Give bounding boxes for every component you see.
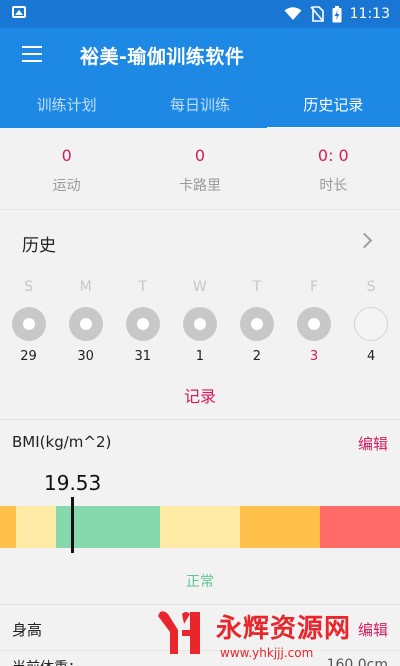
stat-label: 时长 [319,178,348,194]
day-letter: F [309,279,319,295]
no-sim-icon [310,6,324,22]
day-date: 1 [195,349,204,364]
battery-charging-icon [332,5,342,22]
day-item[interactable]: S 4 [343,279,400,364]
tab-history[interactable]: 历史记录 [266,84,400,130]
day-item[interactable]: M 30 [57,279,114,364]
record-link[interactable]: 记录 [0,383,400,407]
stat-calories: 0 卡路里 [133,128,266,209]
menu-icon[interactable] [22,46,42,64]
bmi-scale-segment [16,506,56,548]
bmi-section: BMI(kg/m^2) 编辑 19.53 正常 [0,421,400,605]
chevron-right-icon[interactable] [356,232,373,249]
bmi-value: 19.53 [44,471,102,495]
app-title: 裕美-瑜伽训练软件 [80,46,245,68]
day-letter: S [366,279,376,295]
day-date: 29 [20,349,37,364]
day-date: 2 [252,349,262,364]
day-date: 4 [366,349,376,364]
day-date: 3 [309,349,319,364]
day-item[interactable]: T 31 [114,279,171,364]
tab-bar: 训练计划 每日训练 历史记录 [0,84,400,130]
status-time: 11:13 [349,6,390,22]
stat-value: 0 [194,146,206,165]
wifi-icon [284,7,302,20]
status-icons: 11:13 [284,5,390,23]
bmi-scale-segment [0,506,16,548]
stat-label: 运动 [52,178,81,194]
watermark-text: 永辉资源网 [216,614,352,644]
day-item[interactable]: S 29 [0,279,57,364]
weight-label: 当前体重： [12,657,82,666]
day-date: 30 [77,349,94,364]
bmi-status: 正常 [186,574,214,590]
watermark-url: www.yhkjjj.com [220,646,314,660]
watermark-logo-icon [158,611,200,654]
stat-label: 卡路里 [178,178,221,194]
stat-exercise: 0 运动 [0,128,133,209]
stat-duration: 0: 0 时长 [267,128,400,209]
day-letter: M [79,279,92,295]
status-bar: 11:13 [0,0,400,28]
bmi-scale-segment [160,506,240,548]
height-label: 身高 [12,621,43,639]
watermark: 永辉资源网 www.yhkjjj.com [156,606,400,666]
stats-summary: 0 运动 0 卡路里 0: 0 时长 [0,128,400,210]
day-status-dot [354,307,389,341]
gallery-notification-icon [12,6,26,18]
day-letter: T [252,279,262,295]
day-letter: S [24,279,33,295]
day-status-dot [68,307,103,341]
history-section: 历史 S 29 M 30 T 31 W 1 T 2 F 3 S 4 记录 [0,211,400,420]
stat-value: 0 [61,146,72,165]
tab-training-plan[interactable]: 训练计划 [0,84,133,128]
day-item[interactable]: W 1 [171,279,228,364]
day-item-today[interactable]: F 3 [285,279,342,364]
bmi-scale-segment [240,506,320,548]
day-item[interactable]: T 2 [228,279,285,364]
day-status-dot [239,307,274,341]
day-status-dot [125,307,160,341]
bmi-marker [71,497,74,553]
week-strip: S 29 M 30 T 31 W 1 T 2 F 3 S 4 [0,279,400,364]
day-status-dot [297,307,332,341]
day-status-dot [11,307,46,341]
history-title: 历史 [22,236,56,256]
bmi-edit-button[interactable]: 编辑 [358,433,388,454]
day-status-dot [182,307,217,341]
day-letter: W [192,279,207,295]
stat-value: 0: 0 [317,146,349,165]
day-letter: T [138,279,148,295]
bmi-scale-bar [0,506,400,548]
app-bar: 裕美-瑜伽训练软件 [0,28,400,84]
day-date: 31 [134,349,151,364]
tab-daily-training[interactable]: 每日训练 [133,84,266,128]
bmi-scale-segment [320,506,400,548]
bmi-label: BMI(kg/m^2) [12,433,112,451]
